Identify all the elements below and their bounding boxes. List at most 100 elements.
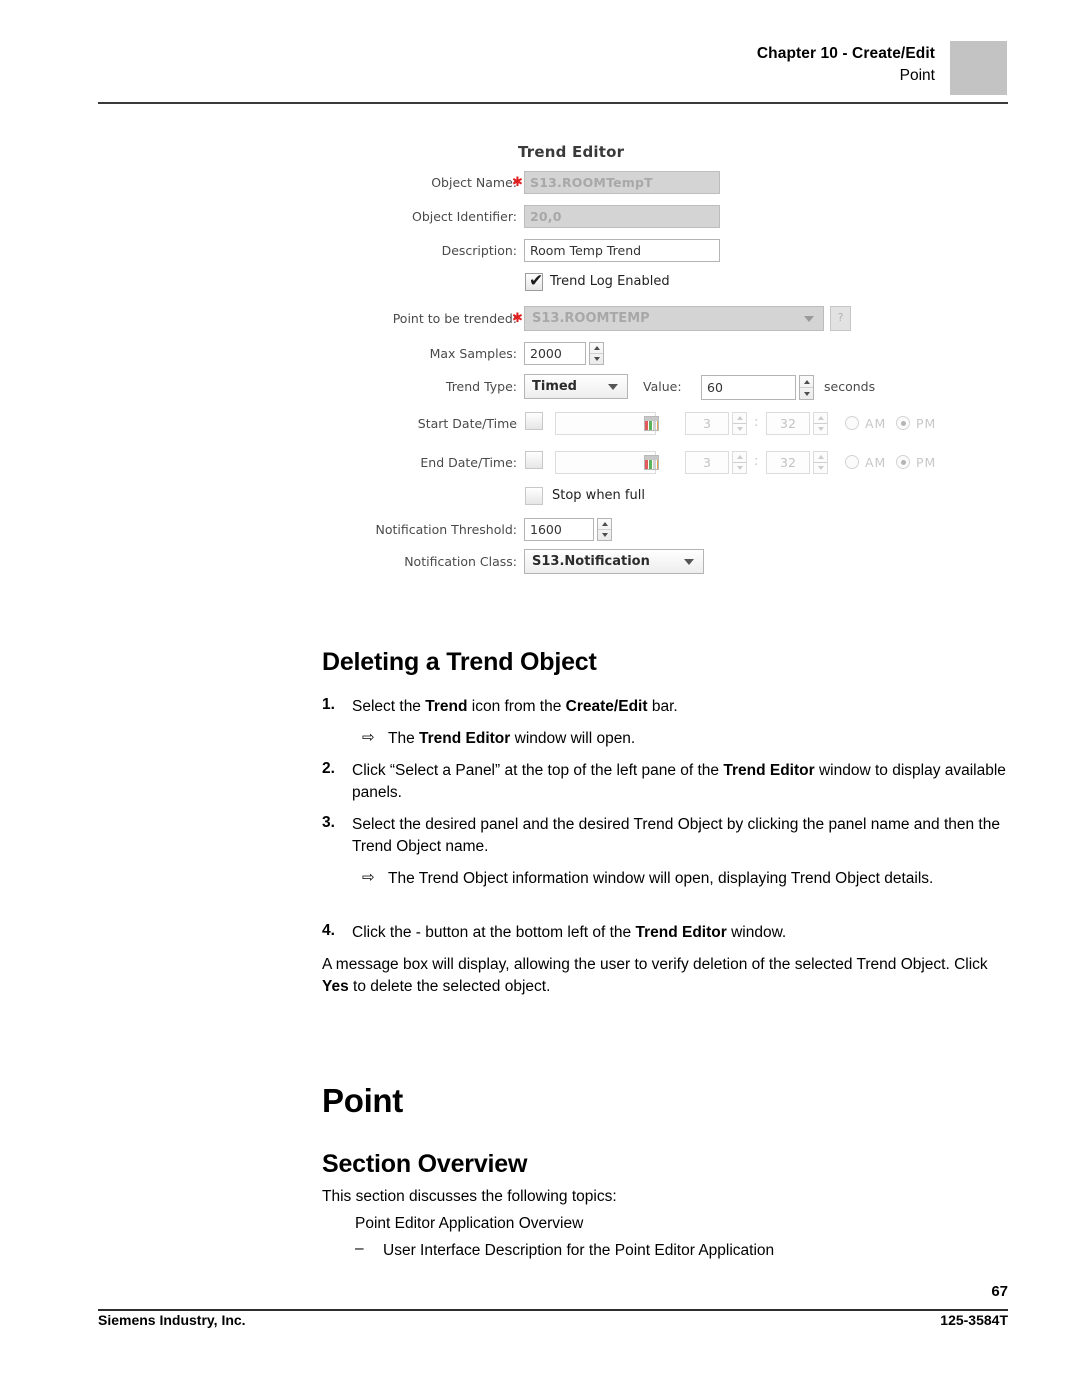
start-minute-input[interactable]: 32 <box>766 412 810 435</box>
stepper-down[interactable] <box>814 462 827 473</box>
stop-when-full-checkbox[interactable] <box>525 487 543 505</box>
result-1-text: The Trend Editor window will open. <box>388 730 636 747</box>
end-minute-stepper[interactable] <box>813 451 828 474</box>
checkmark-icon: ✔ <box>529 271 544 291</box>
stepper-down[interactable] <box>800 387 813 399</box>
stepper-up[interactable] <box>814 452 827 462</box>
arrow-down-icon <box>736 466 743 470</box>
description-input[interactable]: Room Temp Trend <box>524 239 720 262</box>
max-samples-input[interactable]: 2000 <box>524 342 586 365</box>
stepper-down[interactable] <box>598 529 611 540</box>
trend-type-label: Trend Type: <box>445 379 517 394</box>
stepper-up[interactable] <box>733 452 746 462</box>
footer-company: Siemens Industry, Inc. <box>98 1312 246 1328</box>
chevron-down-icon <box>804 315 814 322</box>
start-pm-radio[interactable] <box>896 416 910 430</box>
footer-document-number: 125-3584T <box>940 1312 1008 1328</box>
arrow-down-icon <box>817 427 824 431</box>
start-hour-input[interactable]: 3 <box>685 412 729 435</box>
topic-item-1: Point Editor Application Overview <box>355 1215 584 1232</box>
point-to-be-trended-required-icon: ✱ <box>512 311 523 326</box>
notification-class-label: Notification Class: <box>404 554 517 569</box>
section-overview-intro: This section discusses the following top… <box>322 1188 617 1205</box>
start-hour-stepper[interactable] <box>732 412 747 435</box>
object-name-input[interactable]: S13.ROOMTempT <box>524 171 720 194</box>
end-datetime-checkbox[interactable] <box>525 451 543 469</box>
object-identifier-input[interactable]: 20,0 <box>524 205 720 228</box>
header-section-title: Point <box>899 67 935 85</box>
notification-class-dropdown[interactable]: S13.Notification <box>524 549 704 574</box>
stepper-down[interactable] <box>733 462 746 473</box>
start-pm-label: PM <box>916 416 937 431</box>
stepper-up[interactable] <box>814 413 827 423</box>
step-4-text: Click the - button at the bottom left of… <box>352 924 787 941</box>
stepper-up[interactable] <box>800 376 813 387</box>
trend-editor-title: Trend Editor <box>518 143 625 161</box>
point-heading: Point <box>322 1082 403 1119</box>
result-arrow-icon: ⇨ <box>362 869 375 886</box>
point-help-button[interactable]: ? <box>830 306 851 331</box>
time-separator: : <box>754 415 759 430</box>
stepper-up[interactable] <box>733 413 746 423</box>
deleting-closing-text: A message box will display, allowing the… <box>322 956 988 996</box>
notification-class-value: S13.Notification <box>532 554 650 569</box>
trend-log-enabled-checkbox[interactable]: ✔ <box>525 271 544 291</box>
field-row-object-name: Object Name: ✱ S13.ROOMTempT <box>340 171 980 201</box>
section-overview-heading: Section Overview <box>322 1150 528 1178</box>
field-row-end-datetime: End Date/Time: 3 : 32 AM PM <box>340 451 980 481</box>
radio-selected-dot <box>900 459 906 465</box>
object-name-required-icon: ✱ <box>512 175 523 190</box>
stop-when-full-label: Stop when full <box>552 488 645 503</box>
point-to-be-trended-dropdown[interactable]: S13.ROOMTEMP <box>524 306 824 331</box>
max-samples-stepper[interactable] <box>589 342 604 365</box>
field-row-description: Description: Room Temp Trend <box>340 239 980 269</box>
end-hour-stepper[interactable] <box>732 451 747 474</box>
object-name-label: Object Name: <box>431 175 517 190</box>
end-date-input[interactable] <box>555 451 656 474</box>
notification-threshold-stepper[interactable] <box>597 518 612 541</box>
header-divider <box>98 102 1008 104</box>
trend-value-stepper[interactable] <box>799 375 814 400</box>
field-row-object-identifier: Object Identifier: 20,0 <box>340 205 980 235</box>
step-3-text: Select the desired panel and the desired… <box>352 816 1000 856</box>
start-date-input[interactable] <box>555 412 656 435</box>
arrow-down-icon <box>593 357 600 361</box>
end-hour-input[interactable]: 3 <box>685 451 729 474</box>
notification-threshold-input[interactable]: 1600 <box>524 518 594 541</box>
calendar-icon[interactable] <box>644 416 659 431</box>
stepper-down[interactable] <box>814 423 827 434</box>
end-am-radio[interactable] <box>845 455 859 469</box>
field-row-point-to-be-trended: Point to be trended: ✱ S13.ROOMTEMP ? <box>340 306 980 337</box>
calendar-icon[interactable] <box>644 455 659 470</box>
end-datetime-label: End Date/Time: <box>420 455 517 470</box>
end-pm-radio[interactable] <box>896 455 910 469</box>
max-samples-label: Max Samples: <box>429 346 517 361</box>
deleting-trend-object-heading: Deleting a Trend Object <box>322 648 597 676</box>
trend-editor-figure: Trend Editor Object Name: ✱ S13.ROOMTemp… <box>340 135 980 595</box>
arrow-down-icon <box>803 391 810 396</box>
stepper-down[interactable] <box>733 423 746 434</box>
footer-page-number: 67 <box>991 1283 1008 1300</box>
arrow-down-icon <box>601 533 608 537</box>
stepper-up[interactable] <box>598 519 611 529</box>
step-1-number: 1. <box>322 696 335 713</box>
arrow-up-icon <box>601 522 608 526</box>
stepper-down[interactable] <box>590 353 603 364</box>
trend-value-unit: seconds <box>824 379 876 394</box>
point-to-be-trended-value: S13.ROOMTEMP <box>532 311 650 326</box>
radio-selected-dot <box>900 420 906 426</box>
topic-item-2-marker: – <box>355 1240 364 1257</box>
arrow-up-icon <box>817 455 824 459</box>
start-minute-stepper[interactable] <box>813 412 828 435</box>
trend-type-dropdown[interactable]: Timed <box>524 374 628 399</box>
result-2-text: The Trend Object information window will… <box>388 870 934 887</box>
stepper-up[interactable] <box>590 343 603 353</box>
arrow-up-icon <box>817 416 824 420</box>
start-datetime-checkbox[interactable] <box>525 412 543 430</box>
field-row-notification-threshold: Notification Threshold: 1600 <box>340 518 980 548</box>
step-2-number: 2. <box>322 760 335 777</box>
description-label: Description: <box>441 243 517 258</box>
trend-value-input[interactable]: 60 <box>701 375 796 400</box>
end-minute-input[interactable]: 32 <box>766 451 810 474</box>
start-am-radio[interactable] <box>845 416 859 430</box>
